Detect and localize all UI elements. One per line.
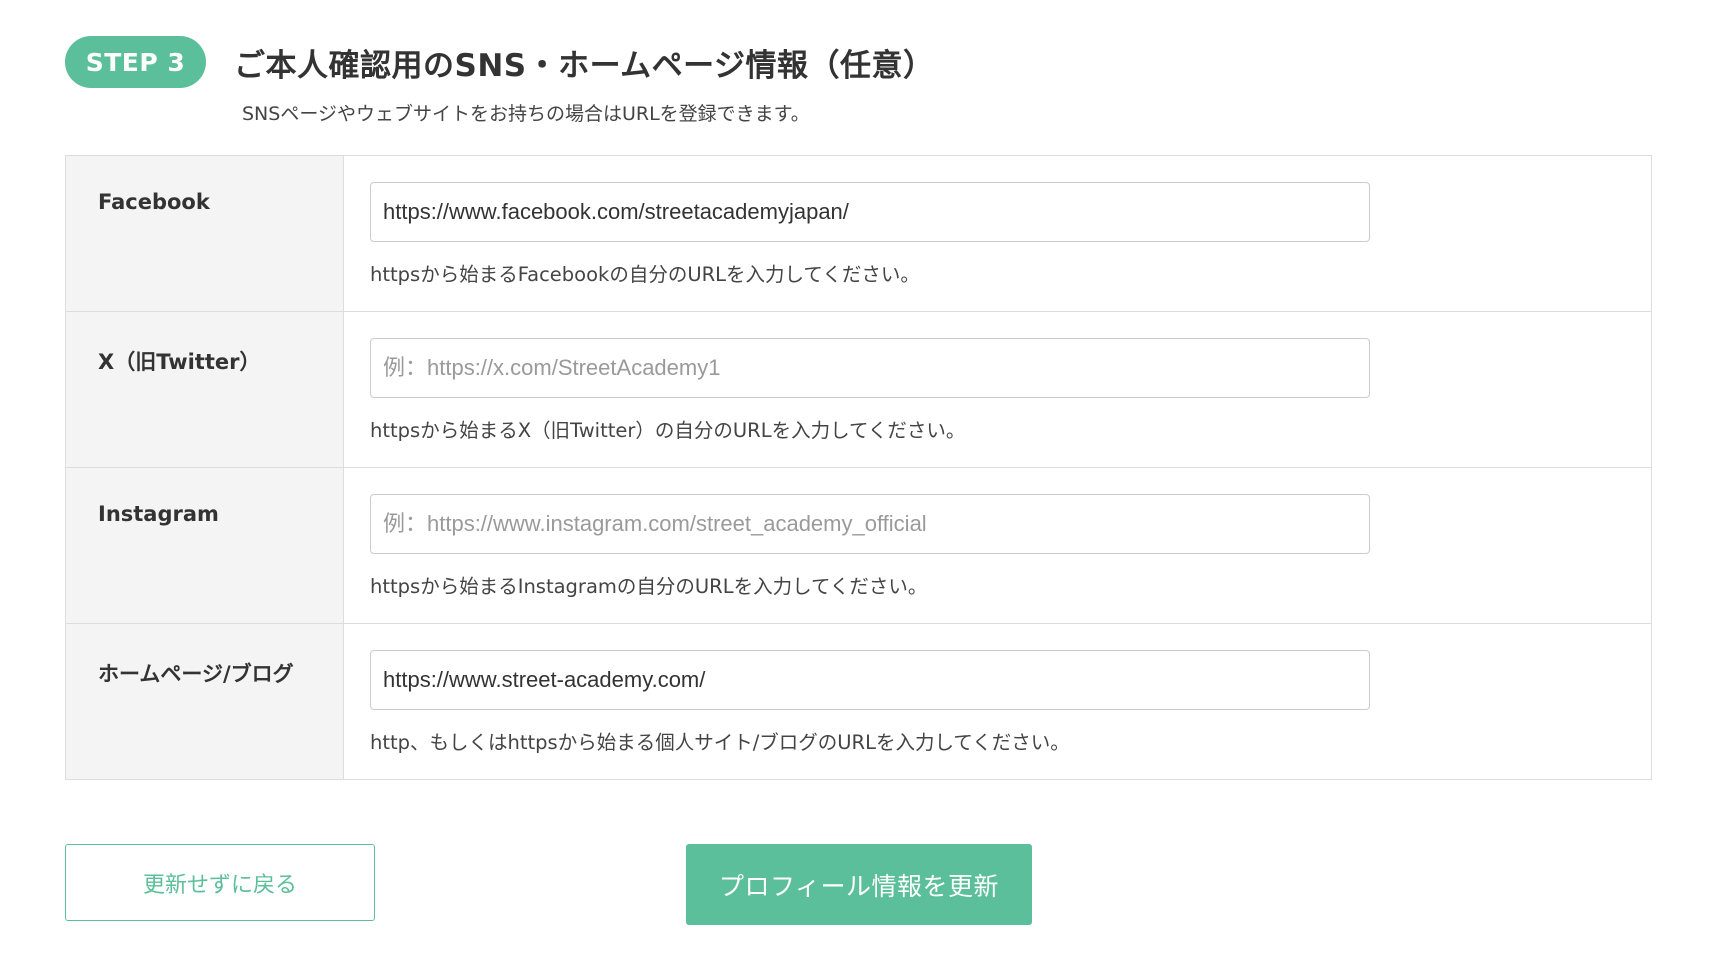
homepage-help-text: http、もしくはhttpsから始まる個人サイト/ブログのURLを入力してくださ…	[370, 731, 1070, 754]
facebook-label: Facebook	[66, 156, 344, 311]
facebook-field-cell: httpsから始まるFacebookの自分のURLを入力してください。	[344, 156, 1651, 311]
instagram-help-text: httpsから始まるInstagramの自分のURLを入力してください。	[370, 575, 928, 598]
homepage-field-cell: http、もしくはhttpsから始まる個人サイト/ブログのURLを入力してくださ…	[344, 624, 1651, 779]
form-row-facebook: Facebook httpsから始まるFacebookの自分のURLを入力してく…	[66, 156, 1651, 312]
homepage-url-input[interactable]	[370, 650, 1370, 710]
homepage-label: ホームページ/ブログ	[66, 624, 344, 779]
facebook-help-text: httpsから始まるFacebookの自分のURLを入力してください。	[370, 263, 920, 286]
instagram-label: Instagram	[66, 468, 344, 623]
instagram-url-input[interactable]	[370, 494, 1370, 554]
x-field-cell: httpsから始まるX（旧Twitter）の自分のURLを入力してください。	[344, 312, 1651, 467]
x-help-text: httpsから始まるX（旧Twitter）の自分のURLを入力してください。	[370, 419, 966, 442]
sns-form-table: Facebook httpsから始まるFacebookの自分のURLを入力してく…	[65, 155, 1652, 780]
update-profile-button[interactable]: プロフィール情報を更新	[686, 844, 1032, 925]
instagram-field-cell: httpsから始まるInstagramの自分のURLを入力してください。	[344, 468, 1651, 623]
x-url-input[interactable]	[370, 338, 1370, 398]
facebook-url-input[interactable]	[370, 182, 1370, 242]
form-row-homepage: ホームページ/ブログ http、もしくはhttpsから始まる個人サイト/ブログの…	[66, 624, 1651, 779]
section-title: ご本人確認用のSNS・ホームページ情報（任意）	[234, 47, 935, 84]
x-label: X（旧Twitter）	[66, 312, 344, 467]
form-row-x: X（旧Twitter） httpsから始まるX（旧Twitter）の自分のURL…	[66, 312, 1651, 468]
section-subtitle: SNSページやウェブサイトをお持ちの場合はURLを登録できます。	[242, 103, 810, 125]
back-without-update-button[interactable]: 更新せずに戻る	[65, 844, 375, 921]
step-header: STEP 3 ご本人確認用のSNS・ホームページ情報（任意）	[65, 36, 935, 88]
form-row-instagram: Instagram httpsから始まるInstagramの自分のURLを入力し…	[66, 468, 1651, 624]
step-badge: STEP 3	[65, 36, 206, 88]
